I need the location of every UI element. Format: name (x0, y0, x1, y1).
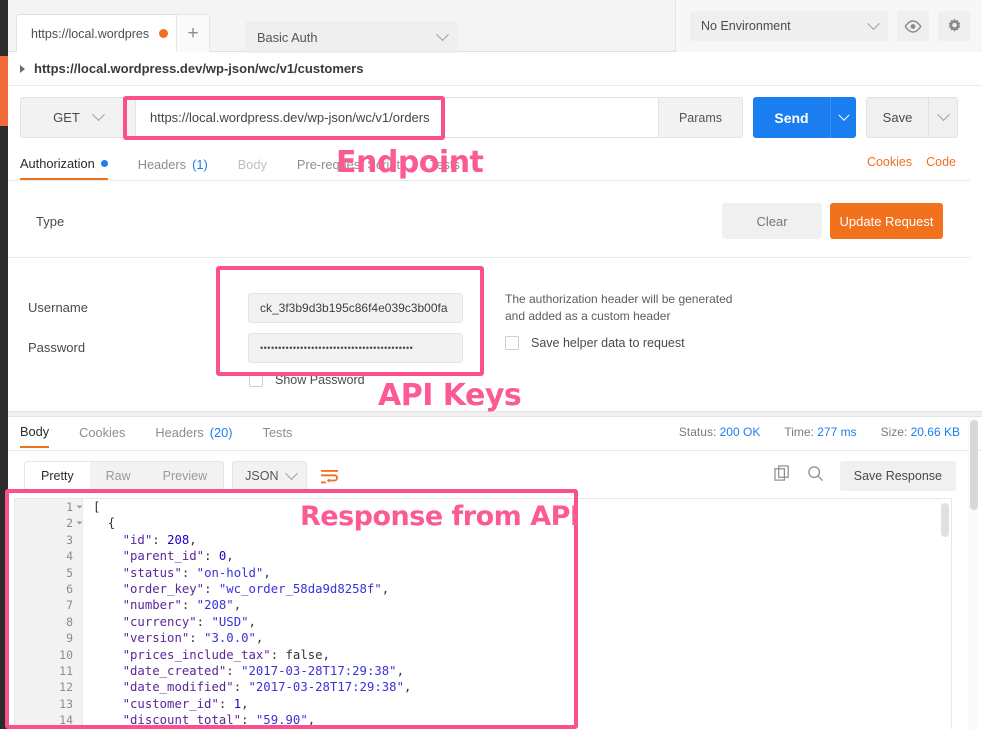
postman-window: https://local.wordpres + No Environment (0, 0, 982, 729)
annotation-label-api-keys: API Keys (378, 378, 521, 413)
annotation-box-api-keys (216, 266, 484, 376)
annotation-box-endpoint (123, 96, 445, 140)
annotation-label-response: Response from API (300, 501, 579, 532)
annotation-label-endpoint: Endpoint (336, 145, 483, 180)
annotation-overlay: Endpoint API Keys Response from API (0, 0, 982, 729)
